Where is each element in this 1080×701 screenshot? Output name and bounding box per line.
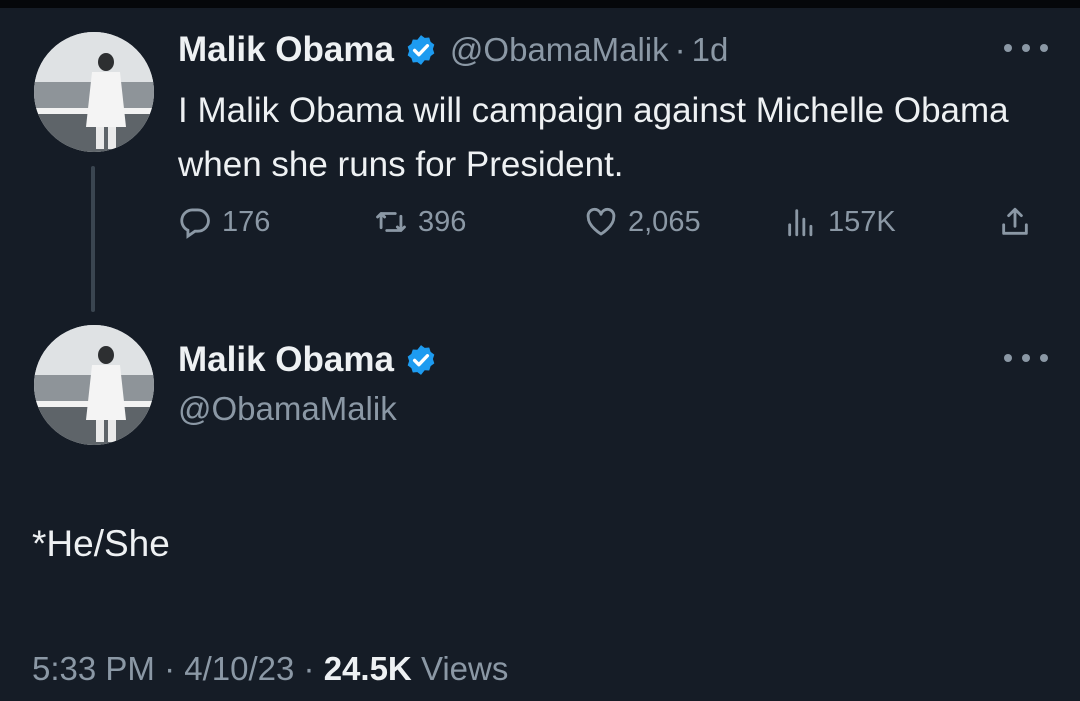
tweet-time-ago[interactable]: 1d [692, 31, 729, 69]
separator-dot: · [303, 650, 315, 687]
avatar-photo [34, 32, 154, 152]
retweet-button[interactable]: 396 [374, 205, 466, 239]
share-icon [1002, 207, 1028, 235]
reply-time[interactable]: 5:33 PM [32, 650, 155, 687]
views-count: 157K [828, 205, 896, 238]
views-button[interactable]: 157K [784, 205, 896, 239]
reply-button[interactable]: 176 [178, 205, 270, 239]
heart-icon [586, 207, 616, 236]
reply-views-count[interactable]: 24.5K [324, 650, 412, 687]
avatar-photo [34, 325, 154, 445]
more-options-icon[interactable] [1004, 348, 1048, 368]
reply-icon [180, 208, 210, 239]
reply-views-label: Views [420, 650, 509, 687]
reply-author-name[interactable]: Malik Obama [178, 340, 394, 380]
thread-connector-line [91, 166, 95, 312]
verified-badge-icon [407, 345, 435, 375]
reply-author-handle[interactable]: @ObamaMalik [178, 390, 397, 428]
more-options-icon[interactable] [1004, 38, 1048, 58]
retweet-count: 396 [418, 205, 467, 238]
share-button[interactable] [998, 205, 1042, 239]
reply-author-avatar[interactable] [34, 325, 154, 445]
top-edge-bar [0, 0, 1080, 8]
reply-meta: 5:33 PM · 4/10/23 · 24.5K Views [32, 650, 508, 688]
like-button[interactable]: 2,065 [584, 205, 701, 239]
reply-header: Malik Obama [178, 340, 438, 380]
verified-badge-icon [407, 35, 435, 65]
tweet-text: I Malik Obama will campaign against Mich… [178, 91, 1009, 184]
like-count: 2,065 [628, 205, 701, 238]
tweet-actions: 176 396 2,065 157K [178, 205, 1048, 255]
retweet-icon [376, 212, 406, 232]
reply-text: *He/She [32, 523, 170, 564]
reply-count: 176 [222, 205, 271, 238]
reply-date[interactable]: 4/10/23 [184, 650, 294, 687]
author-avatar[interactable] [34, 32, 154, 152]
views-chart-icon [788, 209, 813, 237]
author-handle[interactable]: @ObamaMalik [450, 31, 669, 69]
tweet-header: Malik Obama @ObamaMalik · 1d [178, 30, 728, 70]
author-name[interactable]: Malik Obama [178, 30, 394, 70]
separator-dot: · [164, 650, 176, 687]
separator-dot: · [674, 31, 686, 68]
